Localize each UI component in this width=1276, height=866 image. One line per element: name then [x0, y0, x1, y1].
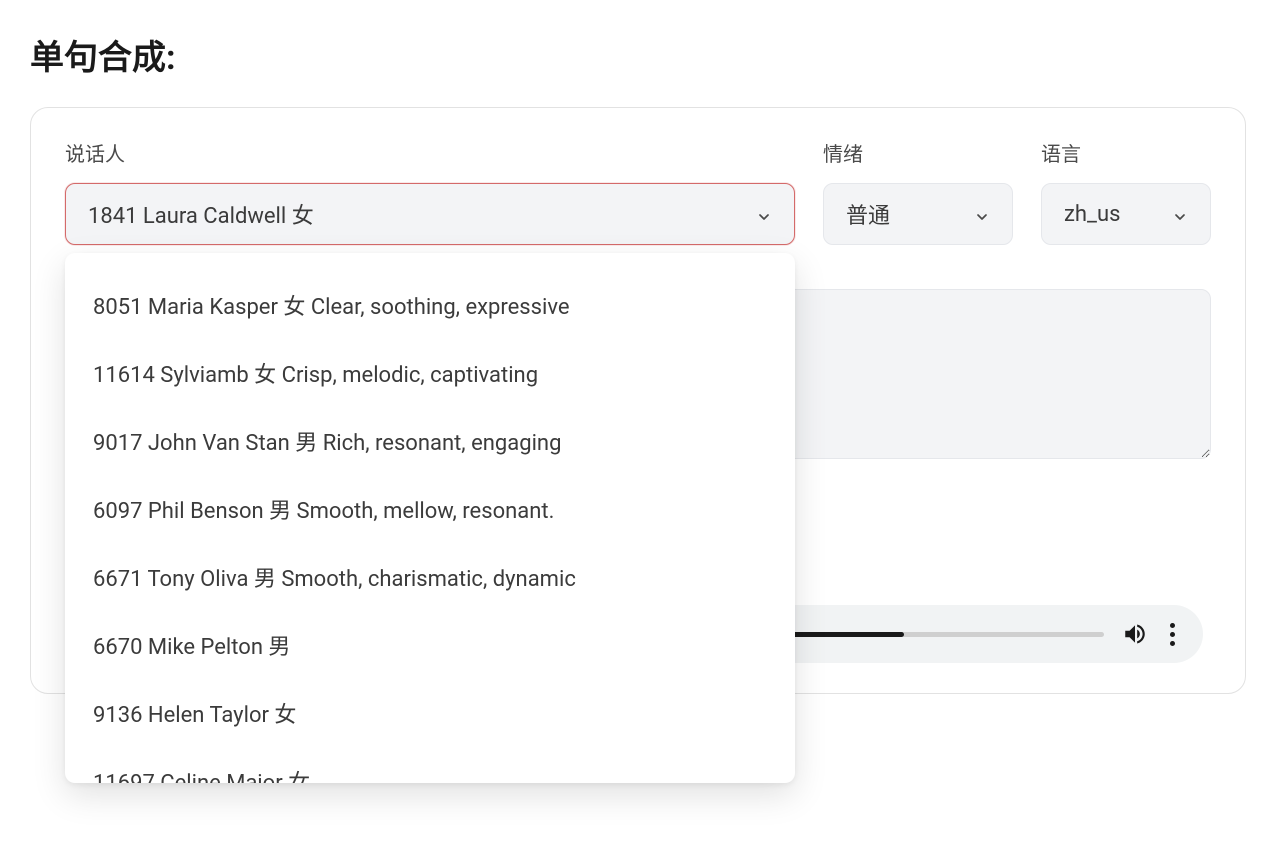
emotion-select-value: 普通	[846, 198, 890, 230]
speaker-option[interactable]: 11614 Sylviamb 女 Crisp, melodic, captiva…	[65, 339, 795, 407]
synthesis-panel: i3综合社区 www.i3zh.com 说话人 1841 Laura Caldw…	[30, 107, 1246, 694]
audio-player	[763, 605, 1203, 663]
chevron-down-icon	[756, 206, 772, 222]
language-field: 语言 zh_us	[1041, 138, 1211, 245]
speaker-select-wrap: 1841 Laura Caldwell 女 8051 Maria Kasper …	[65, 183, 795, 245]
speaker-label: 说话人	[65, 138, 795, 167]
speaker-option[interactable]: 6671 Tony Oliva 男 Smooth, charismatic, d…	[65, 543, 795, 611]
language-label: 语言	[1041, 138, 1211, 167]
speaker-option[interactable]: 8051 Maria Kasper 女 Clear, soothing, exp…	[65, 271, 795, 339]
speaker-option[interactable]: 6097 Phil Benson 男 Smooth, mellow, reson…	[65, 475, 795, 543]
audio-seek-track[interactable]	[781, 632, 1104, 637]
speaker-select-value: 1841 Laura Caldwell 女	[88, 198, 314, 230]
audio-progress	[781, 632, 904, 637]
speaker-select[interactable]: 1841 Laura Caldwell 女	[65, 183, 795, 245]
speaker-field: 说话人 1841 Laura Caldwell 女 8051 Maria Kas…	[65, 138, 795, 245]
more-menu-icon[interactable]	[1166, 619, 1179, 650]
emotion-field: 情绪 普通	[823, 138, 1013, 245]
speaker-option[interactable]: 9017 John Van Stan 男 Rich, resonant, eng…	[65, 407, 795, 475]
emotion-label: 情绪	[823, 138, 1013, 167]
page-title: 单句合成:	[30, 30, 1246, 79]
speaker-option[interactable]: 11697 Celine Major 女	[65, 747, 795, 783]
volume-icon[interactable]	[1122, 621, 1148, 647]
language-select-value: zh_us	[1064, 202, 1120, 227]
speaker-option[interactable]: 9136 Helen Taylor 女	[65, 679, 795, 747]
speaker-option[interactable]: 6670 Mike Pelton 男	[65, 611, 795, 679]
controls-row: 说话人 1841 Laura Caldwell 女 8051 Maria Kas…	[65, 138, 1211, 245]
speaker-dropdown: 8051 Maria Kasper 女 Clear, soothing, exp…	[65, 253, 795, 783]
emotion-select[interactable]: 普通	[823, 183, 1013, 245]
chevron-down-icon	[974, 206, 990, 222]
language-select[interactable]: zh_us	[1041, 183, 1211, 245]
chevron-down-icon	[1172, 206, 1188, 222]
